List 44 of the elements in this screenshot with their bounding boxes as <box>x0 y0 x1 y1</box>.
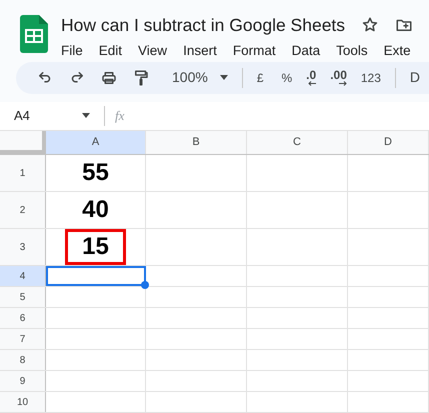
menu-item[interactable]: Tools <box>336 41 368 62</box>
row-header[interactable]: 10 <box>0 392 46 412</box>
cell-value: 55 <box>82 161 109 185</box>
sheets-logo-icon[interactable] <box>20 15 48 53</box>
paint-format-icon[interactable] <box>132 68 150 87</box>
menu-item[interactable]: Data <box>292 41 320 62</box>
cell-value: 40 <box>82 198 109 222</box>
row-header[interactable]: 2 <box>0 192 46 228</box>
column-header[interactable]: B <box>146 131 247 154</box>
decrease-decimals-button[interactable]: .0 <box>306 69 316 86</box>
row-header[interactable]: 1 <box>0 155 46 191</box>
percent-button[interactable]: % <box>282 68 292 87</box>
column-header[interactable]: C <box>247 131 348 154</box>
menu-item[interactable]: Edit <box>98 41 122 62</box>
row-header[interactable]: 4 <box>0 266 46 286</box>
row-header[interactable]: 8 <box>0 350 46 370</box>
name-box[interactable]: A4 <box>0 106 82 126</box>
currency-button[interactable]: £ <box>256 68 264 87</box>
selected-cell[interactable] <box>46 266 146 286</box>
column-header[interactable]: D <box>348 131 429 154</box>
right-arrow-icon <box>338 81 347 86</box>
cell-value: 15 <box>65 229 126 265</box>
star-icon[interactable] <box>361 16 380 34</box>
caret-icon <box>220 75 228 80</box>
zoom-dropdown[interactable]: 100% <box>172 67 228 88</box>
row-header[interactable]: 6 <box>0 308 46 328</box>
number-format-button[interactable]: 123 <box>360 68 381 87</box>
row-header[interactable]: 7 <box>0 329 46 349</box>
column-header[interactable]: A <box>46 131 146 154</box>
function-label: fx <box>115 107 124 126</box>
font-dropdown[interactable]: D <box>410 67 420 88</box>
menu-item[interactable]: View <box>138 41 168 62</box>
row-header[interactable]: 3 <box>0 229 46 265</box>
left-arrow-icon <box>308 81 316 86</box>
fill-handle[interactable] <box>141 281 149 289</box>
document-title[interactable]: How can I subtract in Google Sheets <box>61 12 346 38</box>
menu-item[interactable]: Insert <box>183 41 217 62</box>
row-header[interactable]: 5 <box>0 287 46 307</box>
menu-item[interactable]: Format <box>232 41 276 62</box>
menu-item[interactable]: File <box>61 41 83 62</box>
row-header[interactable]: 9 <box>0 371 46 391</box>
caret-icon[interactable] <box>82 113 90 118</box>
menu-item[interactable]: Exte <box>384 41 411 62</box>
increase-decimals-button[interactable]: .00 <box>330 69 347 86</box>
